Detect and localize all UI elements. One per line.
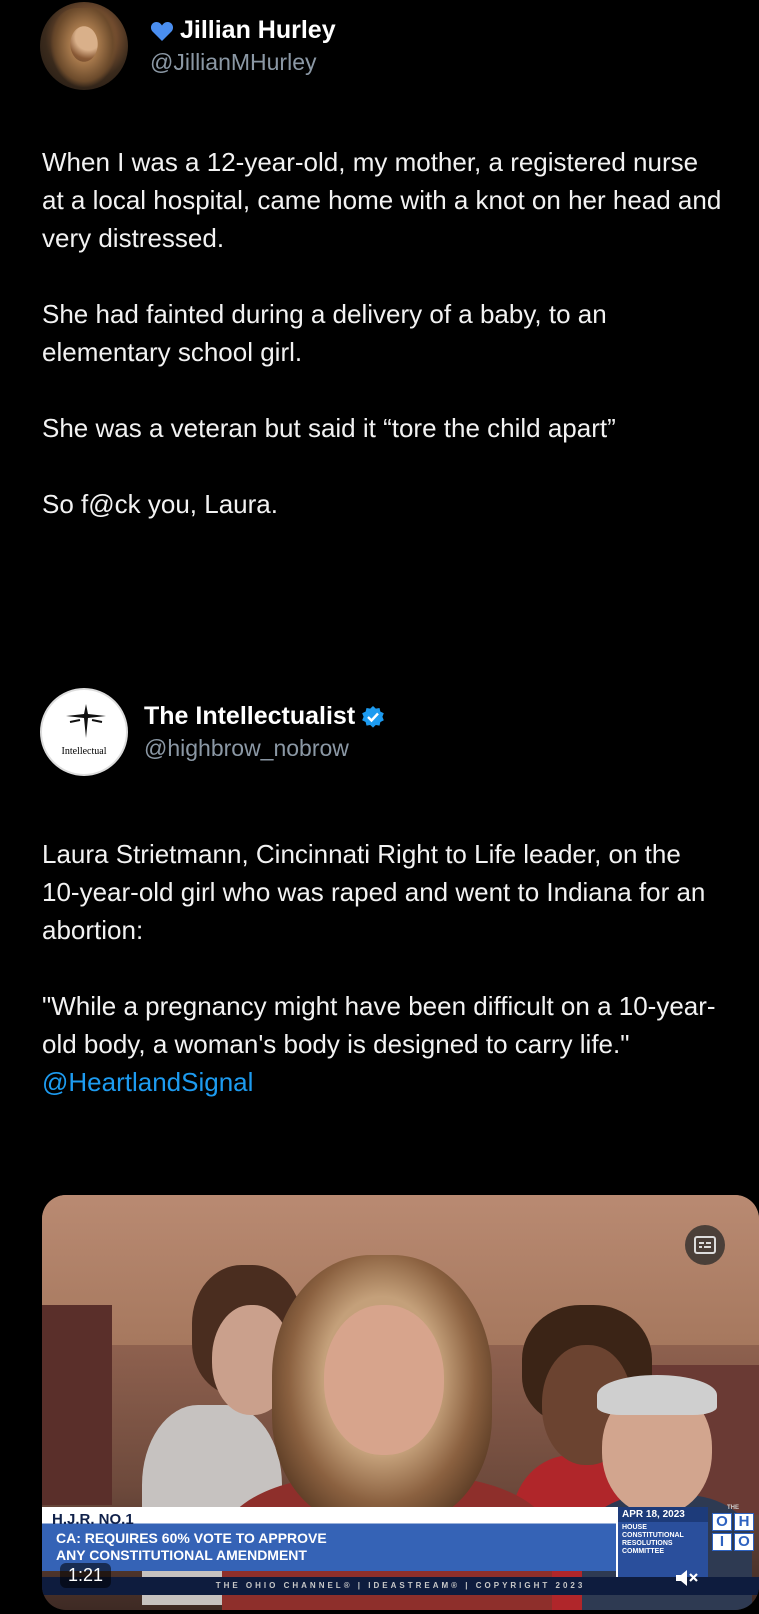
quoted-author-avatar[interactable]: Intellectual	[40, 688, 128, 776]
tweet-paragraph: She had fainted during a delivery of a b…	[42, 299, 607, 367]
lower-third-title: H.J.R. NO.1	[52, 1511, 134, 1528]
intellectualist-logo-icon	[66, 704, 106, 738]
ohio-logo-the: THE	[727, 1505, 739, 1511]
author-name-row: Jillian Hurley	[150, 16, 336, 45]
tweet-paragraph: So f@ck you, Laura.	[42, 489, 278, 519]
video-date: APR 18, 2023	[618, 1507, 708, 1522]
ohio-channel-logo: THE O H I O	[712, 1505, 754, 1575]
quoted-author-names: The Intellectualist @highbrow_nobrow	[144, 702, 385, 762]
ohio-logo-letter: O	[712, 1513, 732, 1531]
ohio-logo-cells: O H I O	[712, 1513, 754, 1551]
quoted-tweet-author: Intellectual The Intellectualist @highbr…	[40, 688, 385, 776]
mute-glyph	[676, 1570, 698, 1586]
video-speaker	[324, 1305, 444, 1455]
author-names: Jillian Hurley @JillianMHurley	[150, 16, 336, 76]
author-display-name[interactable]: Jillian Hurley	[180, 16, 336, 45]
video-committee: HOUSE CONSTITUTIONAL RESOLUTIONS COMMITT…	[622, 1524, 684, 1555]
avatar-photo-detail	[50, 8, 118, 88]
quoted-quote-text: "While a pregnancy might have been diffi…	[42, 991, 716, 1059]
video-player[interactable]: H.J.R. NO.1 CA: REQUIRES 60% VOTE TO APP…	[42, 1195, 759, 1610]
closed-captions-glyph	[694, 1236, 716, 1254]
ohio-logo-letter: I	[712, 1533, 732, 1551]
lower-third-line1: CA: REQUIRES 60% VOTE TO APPROVE	[56, 1530, 327, 1546]
author-handle[interactable]: @JillianMHurley	[150, 49, 336, 76]
tweet-author: Jillian Hurley @JillianMHurley	[40, 2, 336, 90]
tweet-paragraph: When I was a 12-year-old, my mother, a r…	[42, 147, 722, 253]
ohio-logo-letter: H	[734, 1513, 754, 1531]
ohio-logo-letter: O	[734, 1533, 754, 1551]
author-avatar[interactable]	[40, 2, 128, 90]
video-background-panel	[42, 1305, 112, 1505]
quoted-avatar-text: Intellectual	[61, 746, 107, 757]
video-person	[597, 1375, 717, 1415]
quoted-author-handle[interactable]: @highbrow_nobrow	[144, 735, 385, 762]
quoted-tweet-body: Laura Strietmann, Cincinnati Right to Li…	[42, 835, 742, 1101]
video-ticker: THE OHIO CHANNEL® | IDEASTREAM® | COPYRI…	[42, 1577, 759, 1595]
quoted-author-name-row: The Intellectualist	[144, 702, 385, 731]
blue-heart-icon	[150, 21, 174, 41]
quoted-paragraph: "While a pregnancy might have been diffi…	[42, 987, 747, 1101]
lower-third-line2: ANY CONSTITUTIONAL AMENDMENT	[56, 1547, 307, 1563]
quoted-author-display-name[interactable]: The Intellectualist	[144, 702, 355, 731]
mute-icon[interactable]	[670, 1565, 704, 1591]
quoted-paragraph: Laura Strietmann, Cincinnati Right to Li…	[42, 839, 706, 945]
video-timecode: 1:21	[60, 1563, 112, 1588]
heartland-signal-mention[interactable]: @HeartlandSignal	[42, 1067, 253, 1097]
tweet-body: When I was a 12-year-old, my mother, a r…	[42, 143, 742, 523]
tweet-paragraph: She was a veteran but said it “tore the …	[42, 413, 616, 443]
closed-captions-icon[interactable]	[685, 1225, 725, 1265]
verified-badge-icon	[362, 705, 384, 728]
